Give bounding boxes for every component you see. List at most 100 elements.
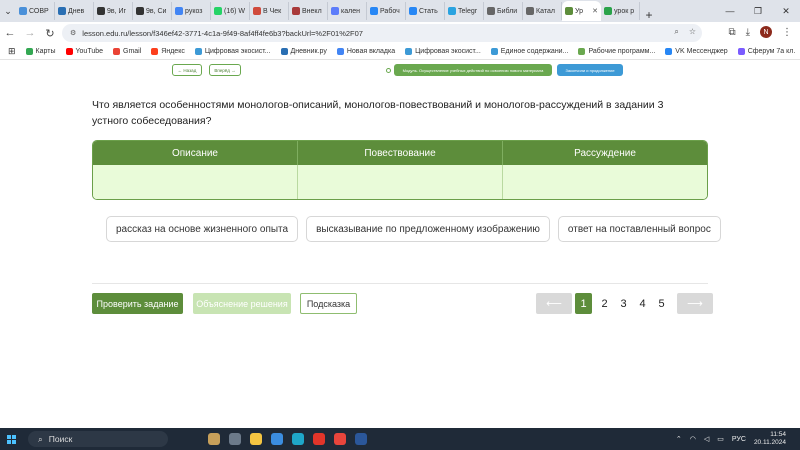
bookmark-item[interactable]: Единое содержани... [490,48,568,55]
zoom-icon[interactable]: ⌕ [674,27,678,37]
menu-icon[interactable]: ⋮ [782,27,792,38]
browser-tab[interactable]: Днев [55,2,94,20]
column-header-reasoning: Рассуждение [574,147,636,159]
edge-icon[interactable] [292,433,304,445]
clock[interactable]: 11:54 20.11.2024 [754,431,786,447]
bookmark-favicon-icon [151,48,159,55]
divider [92,283,708,284]
maximize-icon[interactable]: ❐ [744,0,772,22]
prev-page-button[interactable]: ⟵ [536,293,572,314]
page-4-button[interactable]: 4 [633,293,652,314]
bookmark-item[interactable]: Рабочие программ... [578,48,655,55]
browser-tab[interactable]: кален [328,2,367,20]
bookmark-star-icon[interactable]: ☆ [689,27,696,37]
browser-tab[interactable]: В Чек [250,2,289,20]
extensions-icon[interactable]: ⧉ [728,27,735,38]
url-field[interactable]: ⚙ lesson.edu.ru/lesson/f346ef42-3771-4c1… [62,24,702,42]
check-button[interactable]: Проверить задание [92,293,183,314]
browser-tab[interactable]: Катал [523,2,562,20]
bookmark-item[interactable]: Яндекс [151,48,185,55]
chrome-icon[interactable] [334,433,346,445]
explain-button[interactable]: Объяснение решения [193,293,291,314]
new-tab-button[interactable]: + [640,8,658,22]
next-step-button[interactable]: Вперёд → [209,64,241,76]
bookmark-label: Gmail [123,48,142,55]
back-icon[interactable]: ← [0,27,20,39]
battery-icon[interactable]: ▭ [717,435,724,443]
bookmark-item[interactable]: Дневник.ру [280,48,327,55]
tab-favicon-icon [97,7,105,15]
bookmark-item[interactable]: YouTube [65,48,103,55]
browser-tab[interactable]: Ур ✕ [562,1,601,21]
option-chip[interactable]: рассказ на основе жизненного опыта [106,216,299,242]
task-view-icon[interactable] [229,433,241,445]
tab-favicon-icon [136,7,144,15]
tab-favicon-icon [175,7,183,15]
download-icon[interactable]: ⤓ [746,27,750,38]
bookmark-item[interactable]: Цифровая экосист... [194,48,271,55]
close-tab-icon[interactable]: ✕ [592,7,598,15]
option-chip[interactable]: высказывание по предложенному изображени… [306,216,550,242]
word-icon[interactable] [355,433,367,445]
widgets-icon[interactable] [208,433,220,445]
next-page-button[interactable]: ⟶ [677,293,713,314]
reload-icon[interactable]: ↻ [40,27,60,40]
browser-tab[interactable]: урок р [601,2,640,20]
bookmarks-bar: ⊞ Карты YouTube Gmail Яндекс Цифровая экосис… [0,44,800,60]
browser-tab[interactable]: (16) W [211,2,250,20]
drop-zone-narration[interactable] [298,165,503,199]
bookmark-item[interactable]: Сферум 7а кл. [737,48,795,55]
wifi-icon[interactable]: ◠ [690,435,696,443]
minimize-icon[interactable]: — [716,0,744,22]
bookmark-item[interactable]: Цифровая экосист... [405,48,481,55]
bookmark-item[interactable]: VK Мессенджер [665,48,728,55]
site-info-icon[interactable]: ⚙ [70,29,76,37]
page-5-button[interactable]: 5 [652,293,671,314]
hint-button[interactable]: Подсказка [300,293,357,314]
module-radio[interactable] [386,68,391,73]
browser-tab[interactable]: Telegr [445,2,484,20]
store-icon[interactable] [271,433,283,445]
browser-tab[interactable]: 9в, Си [133,2,172,20]
speaker-icon[interactable]: ◁ [704,435,709,443]
column-header-description: Описание [93,141,298,165]
yandex-browser-icon[interactable] [313,433,325,445]
bookmark-item[interactable]: Карты [25,48,56,55]
tab-favicon-icon [409,7,417,15]
page-1-button[interactable]: 1 [575,293,592,314]
file-explorer-icon[interactable] [250,433,262,445]
bookmark-label: Рабочие программ... [588,48,656,55]
option-chip[interactable]: ответ на поставленный вопрос [557,216,721,242]
windows-start-icon[interactable] [0,434,22,444]
bookmark-item[interactable]: Новая вкладка [336,48,395,55]
tray-chevron-icon[interactable]: ⌃ [676,435,682,443]
language-indicator[interactable]: РУС [732,436,746,443]
module-badge[interactable]: Модуль. Осуществление учебных действий п… [394,64,552,76]
browser-tab[interactable]: СОВР [16,2,55,20]
close-window-icon[interactable]: ✕ [772,0,800,22]
bookmark-item[interactable]: Gmail [113,48,141,55]
browser-tab[interactable]: 9в, Иг [94,2,133,20]
browser-tab[interactable]: рукоз [172,2,211,20]
bookmark-favicon-icon [65,48,73,55]
browser-tab[interactable]: Рабоч [367,2,406,20]
tab-label: Ур [575,7,584,15]
page-2-button[interactable]: 2 [595,293,614,314]
tab-favicon-icon [487,7,495,15]
prev-step-button[interactable]: ← Назад [172,64,202,76]
browser-tab[interactable]: Библи [484,2,523,20]
drop-zone-reasoning[interactable] [503,165,707,199]
window-controls: — ❐ ✕ [716,0,800,22]
avatar[interactable]: N [760,26,772,38]
tab-search-icon[interactable]: ⌄ [0,0,16,22]
forward-icon[interactable]: → [20,27,40,39]
tab-favicon-icon [604,7,612,15]
taskbar-search[interactable]: ⌕ Поиск [28,431,168,447]
lesson-topbar: ← Назад Вперёд → Модуль. Осуществление у… [0,60,800,80]
mode-badge[interactable]: Закончили и продолжение [557,64,623,76]
apps-icon[interactable]: ⊞ [8,46,16,57]
browser-tab[interactable]: Внекл [289,2,328,20]
browser-tab[interactable]: Стать [406,2,445,20]
page-3-button[interactable]: 3 [614,293,633,314]
drop-zone-description[interactable] [93,165,298,199]
